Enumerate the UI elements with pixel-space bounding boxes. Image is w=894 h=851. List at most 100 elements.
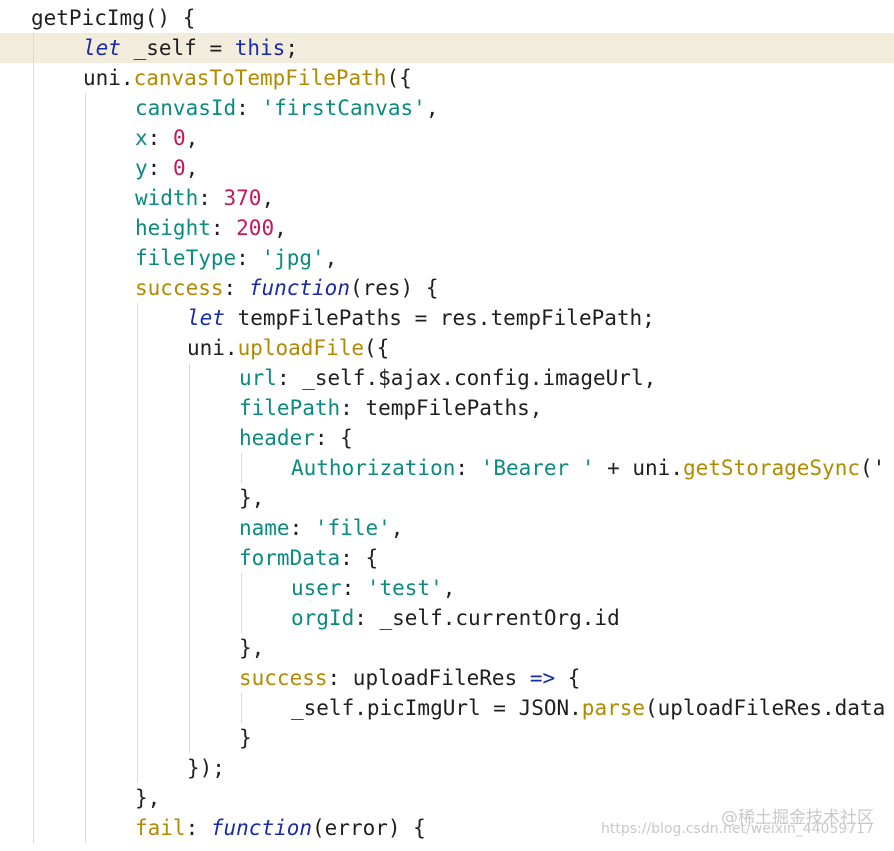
indent-guide bbox=[33, 213, 34, 243]
indent-guide bbox=[85, 183, 86, 213]
indent-guide bbox=[85, 333, 86, 363]
code-token: fail bbox=[135, 816, 186, 840]
code-token: let bbox=[83, 36, 121, 60]
indent-guide bbox=[189, 693, 190, 723]
code-line[interactable]: let _self = this; bbox=[0, 33, 894, 63]
code-token: url bbox=[239, 366, 277, 390]
code-line[interactable]: header: { bbox=[0, 423, 894, 453]
code-text: fail: function(error) { bbox=[135, 813, 426, 843]
code-token: orgId bbox=[291, 606, 355, 630]
indent-guide bbox=[33, 423, 34, 453]
indent-guide bbox=[85, 153, 86, 183]
code-token: : { bbox=[340, 546, 379, 570]
code-text: filePath: tempFilePaths, bbox=[239, 393, 542, 423]
indent-guide bbox=[33, 183, 34, 213]
code-token: 'file' bbox=[314, 516, 391, 540]
indent-guide bbox=[33, 63, 34, 93]
code-token: : bbox=[236, 96, 262, 120]
code-token: success bbox=[135, 276, 224, 300]
code-line[interactable]: height: 200, bbox=[0, 213, 894, 243]
code-text: }, bbox=[239, 483, 264, 513]
indent-guide bbox=[137, 633, 138, 663]
indent-guide bbox=[85, 273, 86, 303]
code-text: let tempFilePaths = res.tempFilePath; bbox=[187, 303, 655, 333]
code-text: name: 'file', bbox=[239, 513, 403, 543]
indent-guide bbox=[33, 393, 34, 423]
code-token: 'test' bbox=[366, 576, 443, 600]
indent-guide bbox=[137, 513, 138, 543]
code-token: , bbox=[425, 96, 439, 120]
code-token: 200 bbox=[236, 216, 275, 240]
indent-guide bbox=[241, 603, 242, 633]
indent-guide bbox=[137, 453, 138, 483]
indent-guide bbox=[85, 543, 86, 573]
indent-guide bbox=[33, 153, 34, 183]
indent-guide bbox=[137, 543, 138, 573]
code-token: uni. bbox=[187, 336, 238, 360]
code-line[interactable]: filePath: tempFilePaths, bbox=[0, 393, 894, 423]
code-line[interactable]: name: 'file', bbox=[0, 513, 894, 543]
indent-guide bbox=[189, 603, 190, 633]
code-line[interactable]: orgId: _self.currentOrg.id bbox=[0, 603, 894, 633]
code-text: uni.canvasToTempFilePath({ bbox=[83, 63, 412, 93]
indent-guide bbox=[85, 423, 86, 453]
code-line[interactable]: }, bbox=[0, 483, 894, 513]
indent-guide bbox=[85, 363, 86, 393]
code-line[interactable]: success: uploadFileRes => { bbox=[0, 663, 894, 693]
indent-guide bbox=[137, 483, 138, 513]
code-line[interactable]: success: function(res) { bbox=[0, 273, 894, 303]
indent-guide bbox=[33, 633, 34, 663]
code-line[interactable]: getPicImg() { bbox=[0, 3, 894, 33]
code-token: fileType bbox=[135, 246, 237, 270]
code-token: header bbox=[239, 426, 315, 450]
indent-guide bbox=[33, 303, 34, 333]
code-token: , bbox=[324, 246, 338, 270]
code-token: : bbox=[198, 186, 224, 210]
code-text: }); bbox=[187, 753, 225, 783]
indent-guide bbox=[189, 513, 190, 543]
code-editor[interactable]: getPicImg() {let _self = this; uni.canvas… bbox=[0, 0, 894, 851]
watermark-url: https://blog.csdn.net/weixin_44059717 bbox=[600, 821, 874, 837]
code-token: : bbox=[289, 516, 315, 540]
code-text: } bbox=[239, 723, 252, 753]
code-token: getPicImg() { bbox=[31, 6, 196, 30]
code-token: filePath bbox=[239, 396, 341, 420]
code-line[interactable]: y: 0, bbox=[0, 153, 894, 183]
indent-guide bbox=[137, 303, 138, 333]
code-line[interactable]: _self.picImgUrl = JSON.parse(uploadFileR… bbox=[0, 693, 894, 723]
indent-guide bbox=[33, 333, 34, 363]
code-token: uni. bbox=[83, 66, 134, 90]
code-token: (uploadFileRes.data bbox=[645, 696, 886, 720]
code-line[interactable]: user: 'test', bbox=[0, 573, 894, 603]
code-line[interactable]: fileType: 'jpg', bbox=[0, 243, 894, 273]
indent-guide bbox=[33, 663, 34, 693]
indent-guide bbox=[137, 663, 138, 693]
indent-guide bbox=[241, 453, 242, 483]
code-line[interactable]: url: _self.$ajax.config.imageUrl, bbox=[0, 363, 894, 393]
indent-guide bbox=[85, 213, 86, 243]
code-line[interactable]: x: 0, bbox=[0, 123, 894, 153]
code-token: ; bbox=[285, 36, 298, 60]
code-line[interactable]: Authorization: 'Bearer ' + uni.getStorag… bbox=[0, 453, 894, 483]
code-token: height bbox=[135, 216, 211, 240]
code-token: canvasId bbox=[135, 96, 237, 120]
code-line[interactable]: let tempFilePaths = res.tempFilePath; bbox=[0, 303, 894, 333]
indent-guide bbox=[189, 453, 190, 483]
indent-guide bbox=[85, 513, 86, 543]
code-text: uni.uploadFile({ bbox=[187, 333, 389, 363]
code-text: user: 'test', bbox=[291, 573, 455, 603]
code-token: : bbox=[341, 576, 367, 600]
code-line[interactable]: uni.canvasToTempFilePath({ bbox=[0, 63, 894, 93]
indent-guide bbox=[33, 693, 34, 723]
indent-guide bbox=[85, 123, 86, 153]
code-line[interactable]: }, bbox=[0, 633, 894, 663]
code-token: : _self.currentOrg.id bbox=[354, 606, 620, 630]
code-line[interactable]: } bbox=[0, 723, 894, 753]
code-line[interactable]: }); bbox=[0, 753, 894, 783]
code-line[interactable]: formData: { bbox=[0, 543, 894, 573]
code-line[interactable]: canvasId: 'firstCanvas', bbox=[0, 93, 894, 123]
code-line[interactable]: width: 370, bbox=[0, 183, 894, 213]
code-line[interactable]: uni.uploadFile({ bbox=[0, 333, 894, 363]
code-text: url: _self.$ajax.config.imageUrl, bbox=[239, 363, 656, 393]
code-text: height: 200, bbox=[135, 213, 287, 243]
